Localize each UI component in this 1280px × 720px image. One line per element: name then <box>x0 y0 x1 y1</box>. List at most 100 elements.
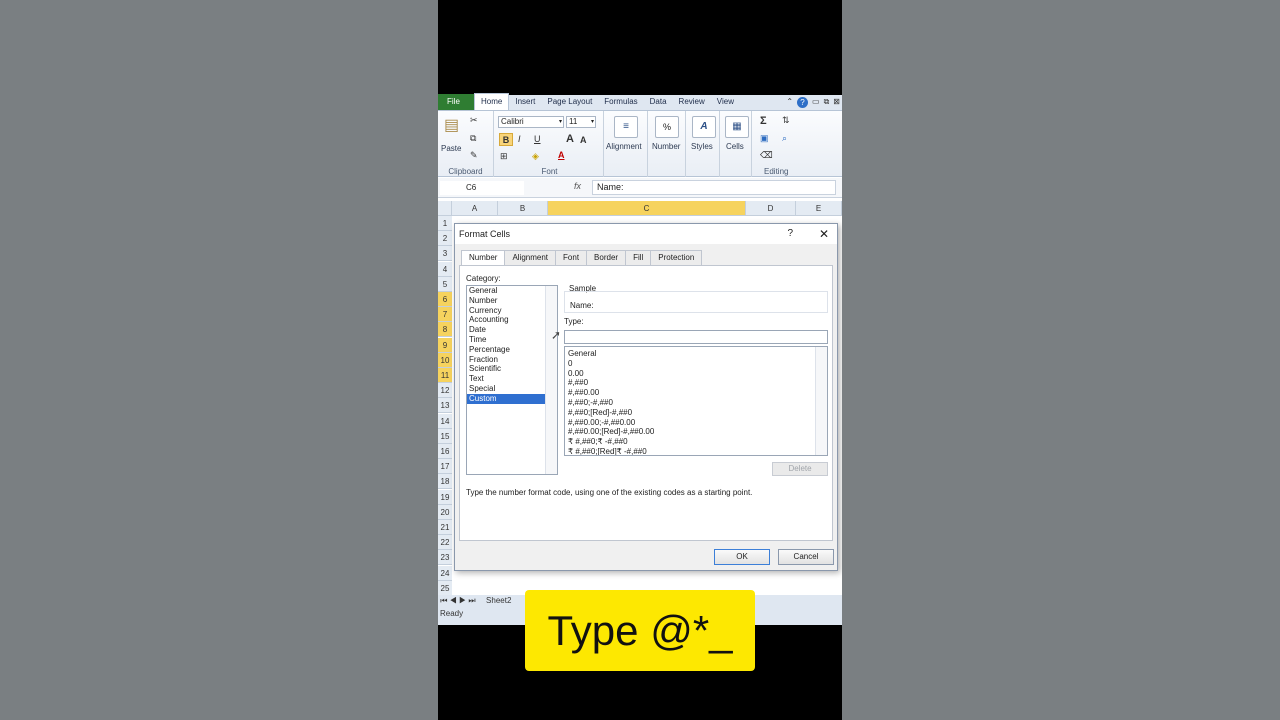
help-icon[interactable]: ? <box>797 97 809 108</box>
row-header[interactable]: 22 <box>438 535 452 551</box>
formula-input[interactable]: Name: <box>592 180 836 195</box>
fill-icon[interactable]: ▣ <box>760 133 769 144</box>
font-size-combo[interactable]: 11 ▾ <box>566 116 596 128</box>
tab-insert[interactable]: Insert <box>509 94 541 110</box>
category-item[interactable]: Number <box>467 296 545 306</box>
column-header-e[interactable]: E <box>796 201 842 216</box>
autosum-button[interactable]: Σ <box>760 115 767 127</box>
styles-icon[interactable]: A <box>692 116 716 138</box>
clear-icon[interactable]: ⌫ <box>760 150 773 161</box>
cells-label[interactable]: Cells <box>726 142 744 151</box>
tab-view[interactable]: View <box>711 94 740 110</box>
grow-font-button[interactable]: A <box>566 133 574 145</box>
cancel-button[interactable]: Cancel <box>778 549 834 565</box>
column-header-d[interactable]: D <box>746 201 796 216</box>
cells-icon[interactable]: ▦ <box>725 116 749 138</box>
column-header-c[interactable]: C <box>548 201 746 216</box>
row-header[interactable]: 20 <box>438 504 452 520</box>
delete-button[interactable]: Delete <box>772 462 828 476</box>
row-header[interactable]: 11 <box>438 368 452 383</box>
row-header[interactable]: 17 <box>438 459 452 475</box>
row-header[interactable]: 5 <box>438 276 452 292</box>
row-header[interactable]: 19 <box>438 489 452 505</box>
collapse-ribbon-icon[interactable]: ⌃ <box>786 97 793 108</box>
dialog-help-button[interactable]: ? <box>787 224 793 244</box>
row-header[interactable]: 18 <box>438 474 452 490</box>
category-item[interactable]: Percentage <box>467 345 545 355</box>
tab-font[interactable]: Font <box>555 250 588 265</box>
category-list[interactable]: General Number Currency Accounting Date Time P… <box>466 285 558 475</box>
tab-border[interactable]: Border <box>586 250 627 265</box>
category-item[interactable]: Text <box>467 374 545 384</box>
row-header[interactable]: 1 <box>438 216 452 231</box>
category-item[interactable]: General <box>467 286 545 296</box>
font-color-icon[interactable]: A <box>558 150 565 160</box>
type-list[interactable]: General 0 0.00 #,##0 #,##0.00 #,##0;-#,##0 #,#… <box>564 346 828 456</box>
category-item[interactable]: Scientific <box>467 364 545 374</box>
tab-review[interactable]: Review <box>673 94 711 110</box>
cut-icon[interactable]: ✂ <box>470 115 478 126</box>
type-item[interactable]: 0.00 <box>565 369 827 379</box>
sheet-tab[interactable]: Sheet2 <box>486 596 511 605</box>
type-item[interactable]: #,##0 <box>565 378 827 388</box>
ok-button[interactable]: OK <box>714 549 770 565</box>
type-input[interactable] <box>564 330 828 344</box>
italic-button[interactable]: I <box>518 134 521 144</box>
category-scrollbar[interactable] <box>545 286 557 474</box>
row-header[interactable]: 23 <box>438 550 452 566</box>
sort-filter-icon[interactable]: ⇅ <box>782 115 790 126</box>
category-item[interactable]: Currency <box>467 306 545 316</box>
underline-button[interactable]: U <box>534 134 541 144</box>
tab-file[interactable]: File <box>438 94 474 110</box>
row-header[interactable]: 12 <box>438 383 452 399</box>
type-item[interactable]: General <box>565 349 827 359</box>
font-name-combo[interactable]: Calibri ▾ <box>498 116 564 128</box>
category-item[interactable]: Date <box>467 325 545 335</box>
row-header[interactable]: 24 <box>438 565 452 581</box>
category-item[interactable]: Special <box>467 384 545 394</box>
category-item[interactable]: Fraction <box>467 355 545 365</box>
type-item[interactable]: #,##0;[Red]-#,##0 <box>565 408 827 418</box>
tab-data[interactable]: Data <box>644 94 673 110</box>
tab-protection[interactable]: Protection <box>650 250 703 265</box>
type-item[interactable]: #,##0.00;[Red]-#,##0.00 <box>565 427 827 437</box>
borders-icon[interactable]: ⊞ <box>500 151 508 162</box>
sheet-nav-icon[interactable]: ⏮ ◀ ▶ ⏭ <box>438 596 478 605</box>
type-item[interactable]: ₹ #,##0;[Red]₹ -#,##0 <box>565 447 827 455</box>
alignment-label[interactable]: Alignment <box>606 142 642 151</box>
row-header[interactable]: 10 <box>438 352 452 368</box>
category-item[interactable]: Custom <box>467 393 545 404</box>
bold-button[interactable]: B <box>499 133 513 146</box>
row-header[interactable]: 14 <box>438 413 452 429</box>
category-item[interactable]: Accounting <box>467 315 545 325</box>
row-header[interactable]: 7 <box>438 307 452 323</box>
tab-fill[interactable]: Fill <box>625 250 652 265</box>
number-format-icon[interactable]: % <box>655 116 679 138</box>
name-box[interactable]: C6 <box>440 181 524 195</box>
row-header[interactable]: 9 <box>438 337 452 353</box>
fill-color-icon[interactable]: ◈ <box>532 151 539 162</box>
restore-icon[interactable]: ⧉ <box>824 97 830 108</box>
row-header[interactable]: 13 <box>438 398 452 414</box>
row-header[interactable]: 2 <box>438 231 452 247</box>
tab-formulas[interactable]: Formulas <box>598 94 643 110</box>
column-header-b[interactable]: B <box>498 201 548 216</box>
close-icon[interactable]: ⊠ <box>833 97 840 108</box>
alignment-icon[interactable]: ≡ <box>614 116 638 138</box>
select-all-corner[interactable] <box>438 201 452 216</box>
row-header[interactable]: 15 <box>438 428 452 444</box>
dialog-close-button[interactable]: ✕ <box>819 224 829 244</box>
paste-label[interactable]: Paste <box>441 144 461 153</box>
minimize-icon[interactable]: ▭ <box>812 97 820 108</box>
row-header[interactable]: 21 <box>438 520 452 535</box>
format-painter-icon[interactable]: ✎ <box>470 150 478 161</box>
column-header-a[interactable]: A <box>452 201 498 216</box>
row-header[interactable]: 6 <box>438 292 452 307</box>
find-select-icon[interactable]: ⌕ <box>782 133 787 144</box>
tab-page-layout[interactable]: Page Layout <box>541 94 598 110</box>
type-item[interactable]: ₹ #,##0;₹ -#,##0 <box>565 437 827 447</box>
tab-alignment[interactable]: Alignment <box>504 250 557 265</box>
tab-home[interactable]: Home <box>474 93 510 110</box>
styles-label[interactable]: Styles <box>691 142 713 151</box>
tab-number[interactable]: Number <box>461 250 506 266</box>
